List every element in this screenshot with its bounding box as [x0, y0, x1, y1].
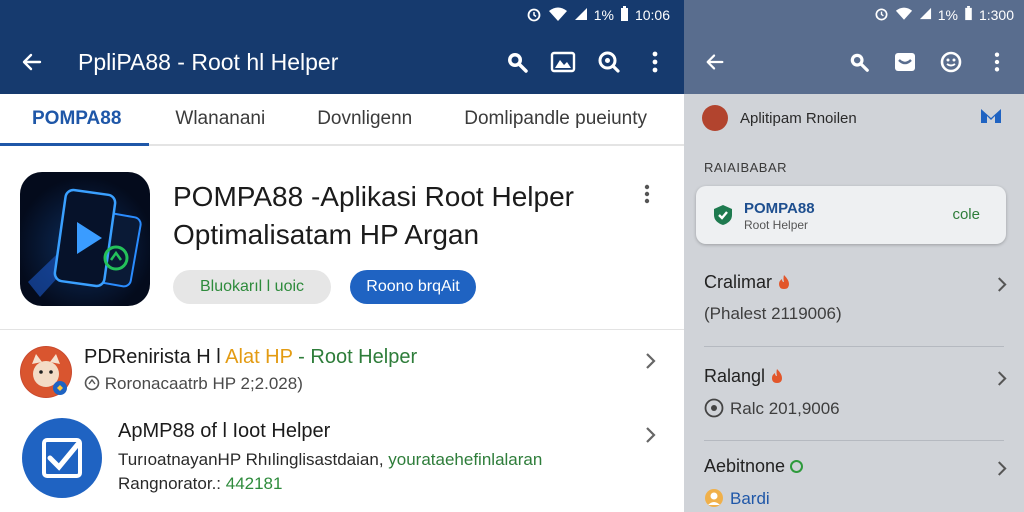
user-icon — [704, 489, 730, 508]
settings-icon — [704, 398, 730, 418]
status-time: 10:06 — [634, 7, 670, 23]
battery-icon — [964, 6, 973, 24]
panel-item-subtitle: (Phalest 2119006) — [704, 304, 842, 323]
list-item-title: ApMP88 of l Ioot Helper — [118, 420, 331, 442]
fire-icon — [770, 366, 784, 386]
tab-pompa88[interactable]: POMPA88 — [0, 94, 150, 146]
signal-icon — [574, 7, 588, 24]
cat-avatar-icon — [21, 347, 71, 397]
emoji-button[interactable] — [938, 49, 964, 75]
list-item-subtitle: Roronacaatrb HP 2;2.028) — [84, 374, 303, 394]
divider — [704, 440, 1004, 441]
app-icon — [20, 172, 150, 306]
app-more-button[interactable] — [644, 184, 650, 209]
panel-item-subtitle: Bardi — [704, 488, 770, 509]
smiley-icon — [940, 51, 962, 73]
tab-bar: POMPA88 Wlananani Dovnligenn Domlipandle… — [0, 94, 684, 146]
arrow-left-icon — [706, 54, 724, 70]
avatar — [22, 418, 102, 498]
search-icon — [598, 51, 620, 73]
list-item[interactable]: ApMP88 of l Ioot Helper TurıoatnayanHP R… — [0, 416, 684, 512]
wifi-icon — [548, 6, 568, 25]
card-action[interactable]: cole — [952, 206, 980, 223]
inbox-button[interactable] — [892, 49, 918, 75]
search-button[interactable] — [504, 49, 530, 75]
chevron-right-icon — [996, 460, 1007, 482]
shield-icon — [712, 204, 734, 231]
panel-list-item[interactable]: Cralimar (Phalest 2119006) — [684, 262, 1024, 334]
section-heading: RAIAIBABAR — [704, 160, 788, 175]
avatar — [20, 346, 72, 398]
secondary-pill-button[interactable]: Bluokarıl l uoic — [173, 270, 331, 304]
status-time: 1:300 — [978, 7, 1014, 23]
wifi-icon — [895, 6, 913, 24]
more-vertical-icon — [652, 51, 658, 73]
app-bar: PpliPA88 - Root hl Helper — [0, 30, 684, 94]
chevron-right-icon — [996, 276, 1007, 298]
panel-header-label: Aplitipam Rnoilen — [740, 109, 857, 127]
tab-domlipandle[interactable]: Domlipandle pueiunty — [438, 94, 673, 144]
gallery-button[interactable] — [550, 49, 576, 75]
list-item-subtitle: TurıoatnayanHP Rhılinglisastdaian, youra… — [118, 450, 543, 469]
app-bar-title: PpliPA88 - Root hl Helper — [78, 48, 339, 75]
primary-pill-button[interactable]: Roono brqAit — [350, 270, 476, 304]
status-bar: 1% 1:300 — [684, 0, 1024, 30]
more-button[interactable] — [642, 49, 668, 75]
app-title: POMPA88 -Aplikasi Root Helper Optimalisa… — [173, 178, 633, 254]
list-item-meta: Rangnorator.: 442181 — [118, 474, 283, 493]
back-button[interactable] — [684, 51, 746, 73]
chevron-right-icon — [996, 370, 1007, 392]
signal-icon — [919, 7, 932, 23]
checkbox-icon — [42, 438, 82, 478]
app-title-line1: POMPA88 -Aplikasi Root Helper — [173, 181, 574, 212]
inbox-icon — [895, 53, 915, 71]
app-bar — [684, 30, 1024, 94]
alarm-icon — [874, 6, 889, 24]
divider — [704, 346, 1004, 347]
tab-dovnligenn[interactable]: Dovnligenn — [291, 94, 438, 144]
chevron-right-icon — [644, 352, 656, 375]
more-button[interactable] — [984, 49, 1010, 75]
more-vertical-icon — [644, 184, 650, 204]
clock-icon — [84, 375, 100, 391]
tab-wlananani[interactable]: Wlananani — [149, 94, 291, 144]
side-panel-screen: 1% 1:300 Aplitipam Rnoilen RAIAIBABAR PO… — [684, 0, 1024, 512]
list-item-title: PDRenirista H l Alat HP - Root Helper — [84, 346, 418, 368]
alarm-icon — [526, 6, 542, 25]
avatar — [702, 105, 728, 131]
panel-item-title: Cralimar — [704, 272, 791, 293]
card-title: POMPA88 — [744, 200, 815, 217]
panel-list-item[interactable]: Ralangl Ralc 201,9006 — [684, 356, 1024, 428]
chevron-right-icon — [644, 426, 656, 449]
card-subtitle: Root Helper — [744, 218, 809, 232]
battery-percent: 1% — [593, 7, 614, 23]
back-button[interactable] — [0, 30, 64, 94]
image-icon — [550, 51, 576, 73]
leaf-icon — [790, 456, 804, 476]
list-item[interactable]: PDRenirista H l Alat HP - Root Helper Ro… — [0, 338, 684, 418]
lens-button[interactable] — [596, 49, 622, 75]
brand-logo-icon — [980, 108, 1002, 128]
battery-icon — [620, 5, 629, 25]
search-icon — [508, 53, 528, 73]
phones-play-icon — [28, 188, 142, 297]
app-header-card: POMPA88 -Aplikasi Root Helper Optimalisa… — [0, 160, 684, 330]
battery-percent: 1% — [937, 7, 958, 23]
search-icon — [850, 53, 869, 72]
status-bar: 1% 10:06 — [0, 0, 684, 30]
main-screen: 1% 10:06 PpliPA88 - Root hl Helper POMPA… — [0, 0, 684, 512]
more-vertical-icon — [994, 52, 1000, 72]
panel-item-title: Ralangl — [704, 366, 784, 387]
panel-list-item[interactable]: Aebitnone Bardi — [684, 446, 1024, 512]
panel-item-title: Aebitnone — [704, 456, 804, 477]
app-title-line2: Optimalisatam HP Argan — [173, 219, 480, 250]
search-button[interactable] — [846, 49, 872, 75]
panel-item-subtitle: Ralc 201,9006 — [704, 398, 840, 419]
panel-header: Aplitipam Rnoilen — [684, 94, 1024, 142]
arrow-left-icon — [22, 53, 42, 71]
fire-icon — [777, 272, 791, 292]
selected-app-card[interactable]: POMPA88 Root Helper cole — [696, 186, 1006, 244]
